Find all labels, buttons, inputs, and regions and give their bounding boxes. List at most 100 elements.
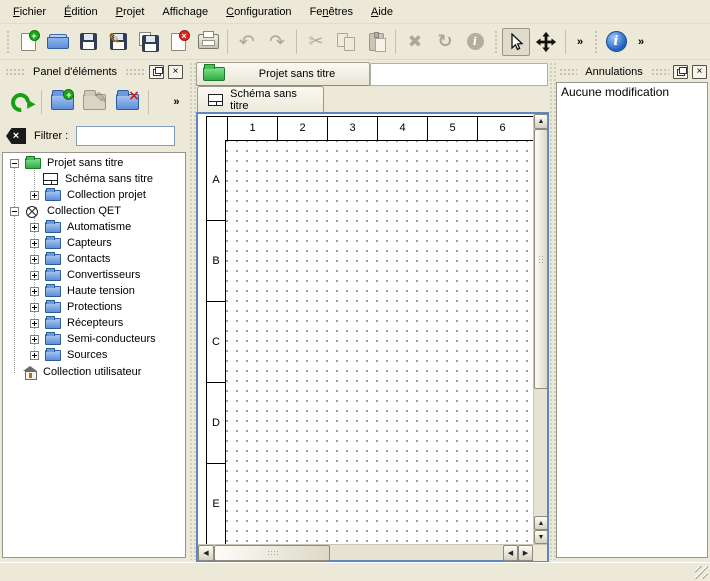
element-info-button[interactable]: i [461,28,489,56]
scroll-right-button[interactable]: ▶ [518,545,533,561]
open-project-button[interactable] [44,28,72,56]
select-tool-button[interactable] [502,28,530,56]
float-panel-button[interactable] [673,65,688,79]
left-splitter-handle[interactable] [189,62,196,560]
vertical-scroll-track[interactable] [534,389,547,516]
tree-item-sources[interactable]: Sources [3,348,185,364]
column-label: 5 [427,117,477,140]
expand-expander[interactable] [30,287,39,296]
undo-panel-header[interactable]: Annulations × [556,62,710,82]
folder-icon [45,222,61,233]
expand-expander[interactable] [30,271,39,280]
tree-item-automatisme[interactable]: Automatisme [3,220,185,236]
undo-history-list[interactable]: Aucune modification [556,82,708,558]
project-folder-icon [203,67,225,81]
expand-expander[interactable] [30,239,39,248]
tab-schema[interactable]: Schéma sans titre [197,86,324,112]
resize-grip[interactable] [695,566,708,579]
collapse-expander[interactable] [10,159,19,168]
scroll-down-button[interactable]: ▼ [534,530,548,544]
about-button[interactable]: i [602,28,630,56]
scroll-left-button[interactable]: ◀ [503,545,518,561]
edit-category-button[interactable]: ✎ [80,87,109,117]
horizontal-scrollbar[interactable]: ◀ ◀ ▶ [198,544,547,560]
menu-projet[interactable]: Projet [107,3,154,21]
column-label: 6 [477,117,527,140]
expand-expander[interactable] [30,223,39,232]
tree-item-haute-tension[interactable]: Haute tension [3,284,185,300]
expand-expander[interactable] [30,255,39,264]
vertical-scroll-thumb[interactable] [534,129,548,389]
horizontal-scroll-track[interactable] [330,545,503,560]
tree-item-capteurs[interactable]: Capteurs [3,236,185,252]
scroll-up-button[interactable]: ▲ [534,516,548,530]
menu-aide[interactable]: Aide [362,3,402,21]
expand-expander[interactable] [30,335,39,344]
rotate-button[interactable]: ↻ [431,28,459,56]
cut-button[interactable]: ✂ [302,28,330,56]
toolbar-drag-handle[interactable] [493,29,498,55]
expand-expander[interactable] [30,303,39,312]
tree-item-schema[interactable]: Schéma sans titre [3,172,185,188]
expand-expander[interactable] [30,351,39,360]
scroll-left-button[interactable]: ◀ [198,545,214,561]
tree-item-collection-projet[interactable]: Collection projet [3,188,185,204]
menu-fenetres[interactable]: Fenêtres [301,3,362,21]
redo-button[interactable]: ↷ [263,28,291,56]
delete-category-button[interactable]: × [113,87,142,117]
expand-expander[interactable] [30,319,39,328]
toolbar-overflow-button[interactable]: » [632,28,650,56]
tree-item-protections[interactable]: Protections [3,300,185,316]
toolbar-drag-handle[interactable] [5,29,10,55]
filter-input[interactable] [76,126,175,146]
close-panel-button[interactable]: × [168,65,183,79]
undo-button[interactable]: ↶ [233,28,261,56]
menu-affichage[interactable]: Affichage [153,3,217,21]
copy-button[interactable] [332,28,360,56]
paste-button[interactable] [362,28,390,56]
collapse-expander[interactable] [10,207,19,216]
tab-schema-label: Schéma sans titre [230,88,313,112]
tree-item-collection-utilisateur[interactable]: Collection utilisateur [3,365,185,381]
toolbar-overflow-button[interactable]: » [571,28,589,56]
menu-configuration[interactable]: Configuration [217,3,300,21]
scroll-up-button[interactable]: ▲ [534,114,548,129]
qet-logo-icon [26,206,38,218]
close-panel-button[interactable]: × [692,65,707,79]
tree-item-convertisseurs[interactable]: Convertisseurs [3,268,185,284]
reload-collections-button[interactable] [6,87,35,117]
clear-filter-button[interactable]: × [6,128,26,144]
diagram-canvas[interactable]: 1 2 3 4 5 6 A B C D E [198,114,533,544]
elements-panel-header[interactable]: Panel d'éléments × [2,62,186,82]
tree-item-contacts[interactable]: Contacts [3,252,185,268]
new-project-button[interactable]: + [14,28,42,56]
save-button[interactable] [74,28,102,56]
float-panel-button[interactable] [149,65,164,79]
horizontal-scroll-thumb[interactable] [214,545,330,561]
folder-icon [45,286,61,297]
tab-bar-filler [370,63,548,86]
save-as-button[interactable]: ✎ [104,28,132,56]
tree-item-semi-conducteurs[interactable]: Semi-conducteurs [3,332,185,348]
save-all-button[interactable] [134,28,162,56]
vertical-scrollbar[interactable]: ▲ ▲ ▼ [533,114,547,544]
tab-project[interactable]: Projet sans titre [196,62,370,86]
expand-expander[interactable] [30,191,39,200]
close-project-button[interactable]: × [164,28,192,56]
undo-list-item[interactable]: Aucune modification [561,85,703,99]
tree-item-collection-qet[interactable]: Collection QET [3,204,185,220]
cross-badge-icon: × [179,30,190,41]
dock-texture [125,68,145,76]
new-document-icon: + [21,33,36,51]
toolbar-drag-handle[interactable] [593,29,598,55]
menu-fichier[interactable]: Fichier [4,3,55,21]
move-tool-button[interactable] [532,28,560,56]
delete-button[interactable]: ✖ [401,28,429,56]
panel-toolbar-overflow-button[interactable]: » [167,87,186,117]
tree-item-project[interactable]: Projet sans titre [3,156,185,172]
right-splitter-handle[interactable] [549,62,556,560]
tree-item-recepteurs[interactable]: Récepteurs [3,316,185,332]
print-button[interactable] [194,28,222,56]
menu-edition[interactable]: Édition [55,3,107,21]
new-category-button[interactable]: + [48,87,77,117]
